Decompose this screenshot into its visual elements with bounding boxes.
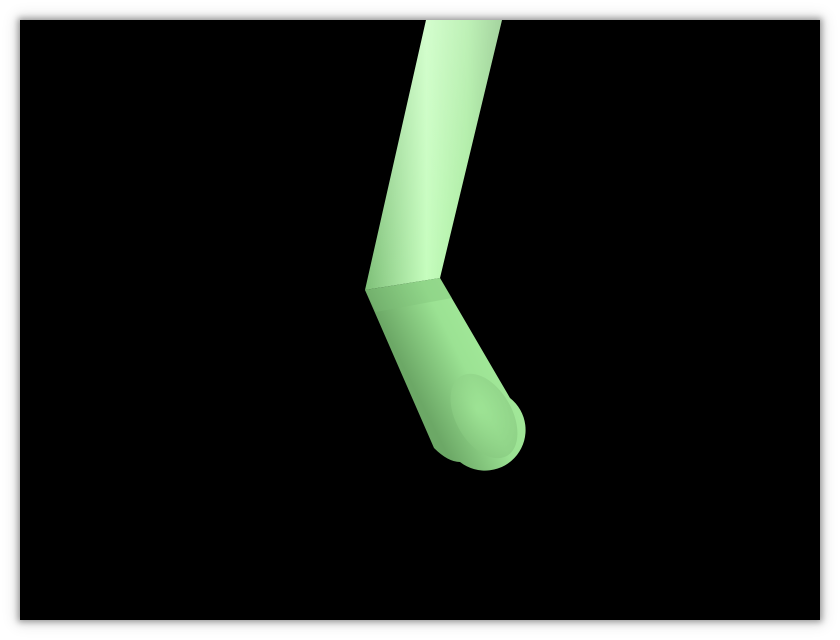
scene-canvas[interactable] <box>20 20 820 620</box>
3d-viewport[interactable] <box>20 20 820 620</box>
render-window <box>20 20 820 620</box>
